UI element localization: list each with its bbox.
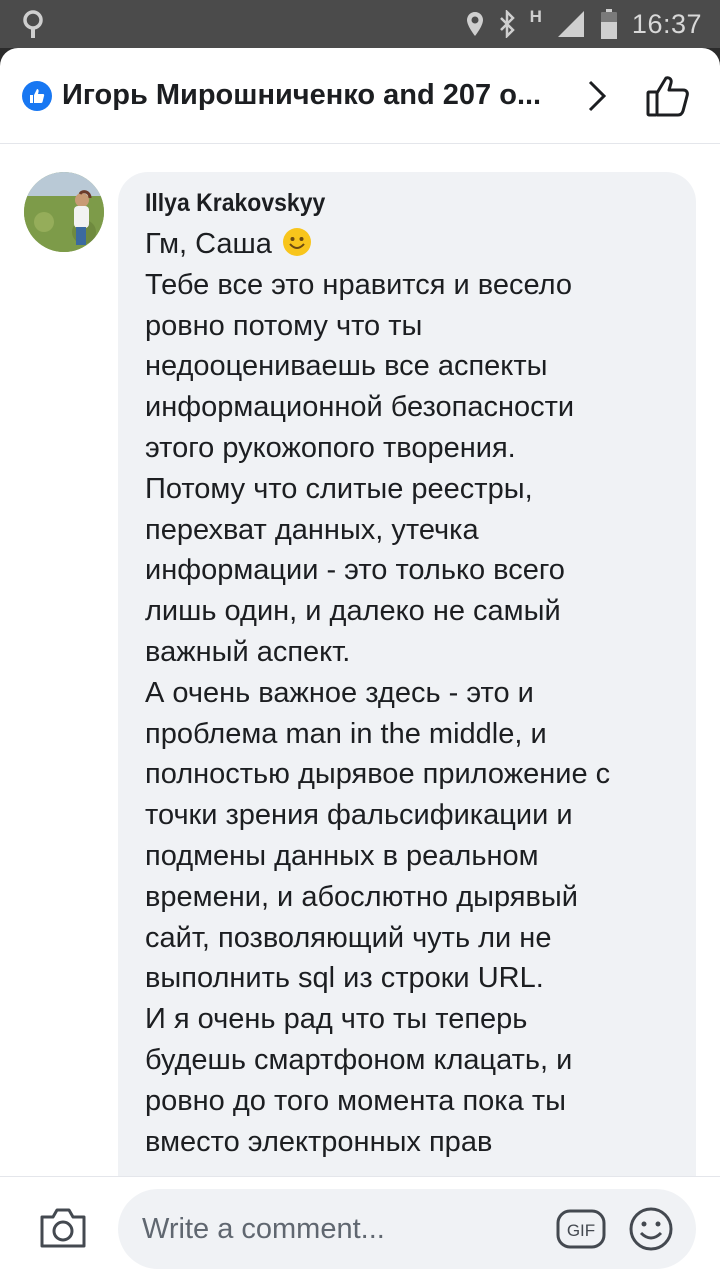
signal-icon bbox=[557, 11, 584, 37]
comment-line: информационной безопасности bbox=[145, 391, 575, 424]
comment-line-text: Гм, Саша bbox=[145, 228, 272, 260]
reactions-header[interactable]: Игорь Мирошниченко and 207 o... bbox=[0, 48, 720, 144]
camera-icon[interactable] bbox=[38, 1207, 88, 1249]
battery-icon bbox=[600, 9, 617, 39]
location-icon bbox=[466, 12, 483, 36]
comments-sheet: Игорь Мирошниченко and 207 o... Illya Kr… bbox=[0, 48, 720, 1280]
avatar[interactable] bbox=[24, 172, 104, 252]
avatar-photo bbox=[24, 172, 104, 252]
comment-line: Тебе все это нравится и весело bbox=[145, 268, 573, 301]
comment-line: полностью дырявое приложение с bbox=[145, 758, 611, 791]
comment-line: Потому что слитые реестры, bbox=[145, 472, 533, 505]
comment-line: А очень важное здесь - это и bbox=[145, 676, 534, 709]
comment-line: проблема man in the middle, и bbox=[145, 717, 547, 750]
comment-line: точки зрения фальсификации и bbox=[145, 799, 573, 832]
comment-line: ровно до того момента пока ты bbox=[145, 1084, 566, 1117]
comment-input[interactable] bbox=[118, 1189, 696, 1269]
comment-line: И я очень рад что ты теперь bbox=[145, 1003, 528, 1036]
comment-line: подмены данных в реальном bbox=[145, 839, 539, 872]
svg-text:GIF: GIF bbox=[567, 1221, 595, 1240]
location-pin-icon bbox=[23, 10, 43, 38]
comment-line: сайт, позволяющий чуть ли не bbox=[145, 921, 552, 954]
like-reaction-icon bbox=[22, 81, 52, 111]
network-type-label: H bbox=[529, 7, 542, 26]
comment-line: времени, и абослютно дырявый bbox=[145, 880, 578, 913]
comment-line: Гм, Саша bbox=[145, 224, 696, 265]
comment-line: вместо электронных прав bbox=[145, 1125, 493, 1158]
emoji-picker-icon[interactable] bbox=[628, 1206, 674, 1252]
chevron-right-icon[interactable] bbox=[586, 78, 608, 114]
comment-line: лишь один, и далеко не самый bbox=[145, 595, 561, 628]
clock: 16:37 bbox=[631, 8, 702, 39]
comment-line: будешь смартфоном клацать, и bbox=[145, 1043, 573, 1076]
comment-line: важный аспект. bbox=[145, 635, 351, 668]
comment-line: перехват данных, утечка bbox=[145, 513, 479, 546]
status-bar: H 16:37 bbox=[0, 0, 720, 48]
gif-icon[interactable]: GIF bbox=[556, 1209, 606, 1249]
comment-line: информации - это только всего bbox=[145, 554, 565, 587]
comment-composer: GIF bbox=[0, 1176, 720, 1280]
status-icons: H 16:37 bbox=[466, 0, 702, 48]
comment-line: недооцениваешь все аспекты bbox=[145, 350, 548, 383]
comment-bubble[interactable]: Illya Krakovskyy Гм, Саша Тебе все это н… bbox=[118, 172, 696, 1212]
comment-line: этого рукожопого творения. bbox=[145, 431, 516, 464]
comment-author[interactable]: Illya Krakovskyy bbox=[145, 188, 652, 218]
smiley-emoji-icon bbox=[282, 228, 311, 256]
bluetooth-icon bbox=[499, 10, 515, 38]
comment-line: ровно потому что ты bbox=[145, 309, 423, 342]
reactions-summary[interactable]: Игорь Мирошниченко and 207 o... bbox=[62, 79, 582, 112]
comment-line: выполнить sql из строки URL. bbox=[145, 962, 544, 995]
comment-text: Гм, Саша Тебе все это нравится и весело … bbox=[145, 224, 696, 1162]
like-button-icon[interactable] bbox=[645, 74, 691, 118]
